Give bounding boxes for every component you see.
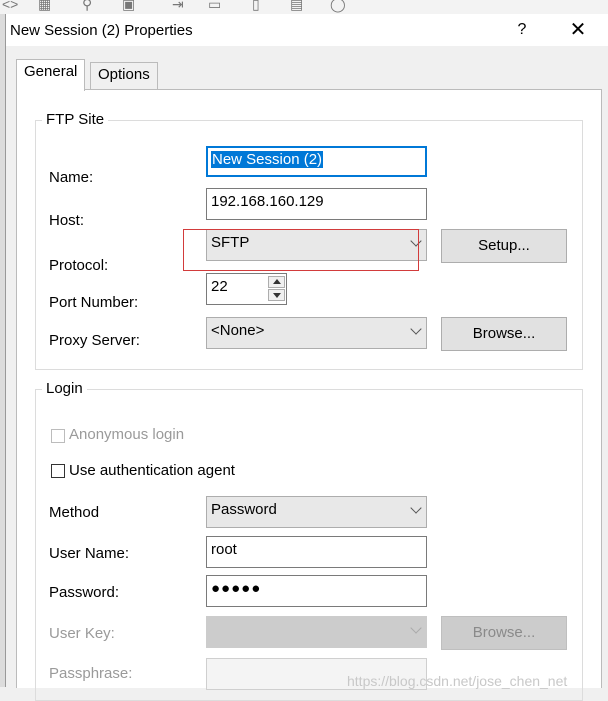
spin-down-icon	[273, 293, 281, 298]
arrows-icon: <>	[2, 0, 19, 12]
method-value: Password	[211, 501, 277, 518]
annotation-highlight-box	[183, 229, 419, 271]
general-tab-panel: FTP Site Name: New Session (2) Host: 192…	[16, 89, 602, 701]
proxy-server-select[interactable]: <None>	[206, 317, 427, 349]
auth-agent-checkbox[interactable]	[51, 464, 65, 478]
port-number-value: 22	[211, 278, 228, 295]
proxy-browse-button[interactable]: Browse...	[441, 317, 567, 351]
auth-agent-label: Use authentication agent	[69, 462, 235, 479]
port-decrement-button[interactable]	[268, 289, 285, 301]
save-icon: ▤	[290, 0, 304, 12]
method-label: Method	[49, 504, 100, 521]
proxy-server-value: <None>	[211, 322, 265, 339]
grid-icon: ▦	[38, 0, 52, 12]
user-key-browse-button[interactable]: Browse...	[441, 616, 567, 650]
help-button[interactable]: ?	[510, 19, 534, 41]
close-button[interactable]: ✕	[566, 19, 590, 41]
password-field[interactable]: ●●●●●	[206, 575, 427, 607]
spin-up-icon	[273, 279, 281, 284]
chevron-down-icon	[410, 323, 422, 335]
help-circle-icon: ◯	[330, 0, 346, 12]
title-bar: New Session (2) Properties ? ✕	[6, 14, 608, 46]
link-icon: ⚲	[82, 0, 93, 12]
user-name-label: User Name:	[49, 545, 130, 562]
protocol-label: Protocol:	[49, 257, 109, 274]
setup-button[interactable]: Setup...	[441, 229, 567, 263]
export-icon: ⇥	[172, 0, 184, 12]
login-legend: Login	[42, 380, 87, 397]
method-select[interactable]: Password	[206, 496, 427, 528]
markdown-icon: ▭	[208, 0, 222, 12]
user-name-field[interactable]: root	[206, 536, 427, 568]
tab-options[interactable]: Options	[90, 62, 158, 89]
name-label: Name:	[49, 169, 94, 186]
host-label: Host:	[49, 212, 85, 229]
anonymous-login-checkbox[interactable]	[51, 429, 65, 443]
name-value: New Session (2)	[211, 151, 324, 168]
proxy-server-label: Proxy Server:	[49, 332, 140, 349]
host-field[interactable]: 192.168.160.129	[206, 188, 427, 220]
user-key-label: User Key:	[49, 625, 115, 642]
dialog-title: New Session (2) Properties	[10, 22, 193, 39]
document-icon: ▯	[252, 0, 260, 12]
user-key-select[interactable]	[206, 616, 427, 648]
ftp-site-legend: FTP Site	[42, 111, 109, 128]
password-label: Password:	[49, 584, 120, 601]
port-number-label: Port Number:	[49, 294, 139, 311]
passphrase-label: Passphrase:	[49, 665, 133, 682]
port-number-field[interactable]: 22	[206, 273, 287, 305]
session-properties-dialog: New Session (2) Properties ? ✕ General O…	[5, 14, 608, 701]
image-icon: ▣	[122, 0, 136, 12]
name-field[interactable]: New Session (2)	[206, 146, 427, 177]
anonymous-login-label: Anonymous login	[69, 426, 185, 443]
chevron-down-icon	[410, 622, 422, 634]
tab-general[interactable]: General	[16, 59, 86, 91]
chevron-down-icon	[410, 502, 422, 514]
port-increment-button[interactable]	[268, 276, 285, 288]
background-toolbar: <> ▦ ⚲ ▣ ⇥ ▭ ▯ ▤ ◯	[0, 0, 608, 14]
